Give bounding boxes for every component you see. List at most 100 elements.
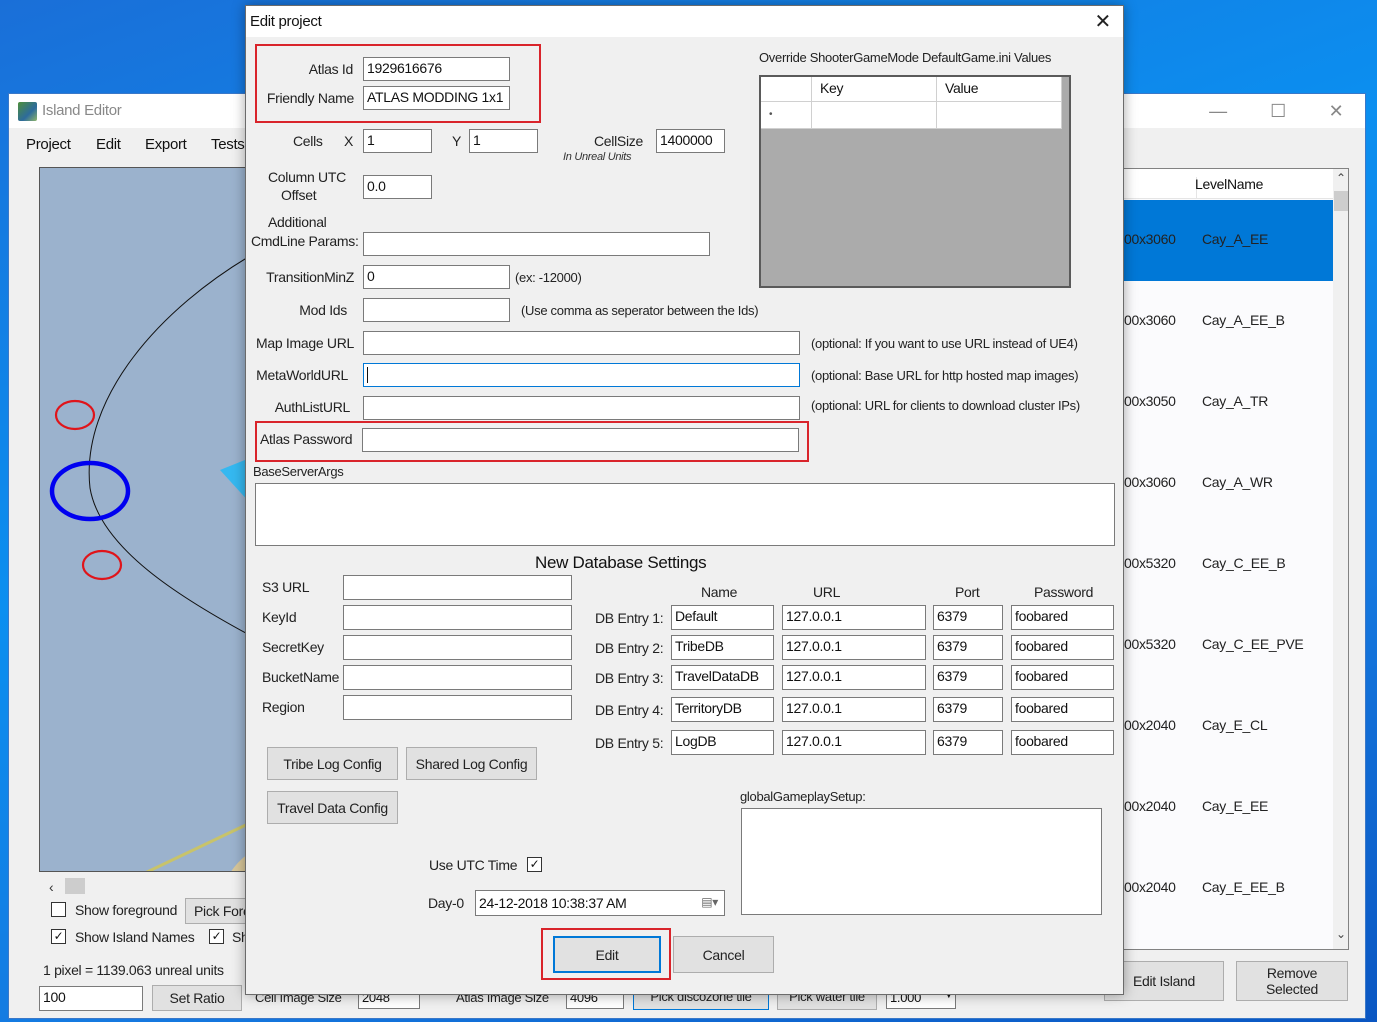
remove-selected-button[interactable]: Remove Selected <box>1236 961 1348 1001</box>
column-utc-offset-input[interactable]: 0.0 <box>363 175 432 199</box>
list-item[interactable]: 00x2040 Cay_E_CL <box>1124 686 1333 767</box>
grid-cell-value[interactable] <box>937 102 1062 129</box>
cells-x-input[interactable]: 1 <box>363 129 432 153</box>
cells-y-input[interactable]: 1 <box>469 129 538 153</box>
set-ratio-button[interactable]: Set Ratio <box>152 985 242 1011</box>
grid-header-key[interactable]: Key <box>812 77 937 102</box>
list-item[interactable]: 00x3060 Cay_A_EE_B <box>1124 281 1333 362</box>
grid-cell-key[interactable] <box>812 102 937 129</box>
atlas-password-input[interactable] <box>362 428 799 452</box>
db-password-input[interactable]: foobared <box>1011 635 1114 660</box>
island-size-cell: 00x3060 <box>1124 231 1176 247</box>
db-url-input[interactable]: 127.0.0.1 <box>782 665 926 690</box>
calendar-dropdown-icon[interactable]: ▤▾ <box>701 895 718 909</box>
list-item[interactable]: 00x5320 Cay_C_EE_PVE <box>1124 605 1333 686</box>
db-port-input[interactable]: 6379 <box>933 697 1003 722</box>
scroll-left-icon[interactable]: ‹ <box>49 879 54 895</box>
cancel-button[interactable]: Cancel <box>673 936 774 973</box>
db-port-input[interactable]: 6379 <box>933 605 1003 630</box>
grid-header-value[interactable]: Value <box>937 77 1062 102</box>
base-server-args-textarea[interactable] <box>255 483 1115 546</box>
scrollbar-thumb[interactable] <box>1334 191 1348 211</box>
cellsize-sublabel: In Unreal Units <box>563 151 632 163</box>
list-item[interactable]: 00x2040 Cay_E_EE <box>1124 767 1333 848</box>
db-password-input[interactable]: foobared <box>1011 697 1114 722</box>
use-utc-time-checkbox[interactable]: ✓ <box>527 857 542 872</box>
show-foreground-label: Show foreground <box>75 902 178 918</box>
island-level-cell: Cay_C_EE_B <box>1202 555 1286 571</box>
atlas-id-input[interactable]: 1929616676 <box>363 57 510 81</box>
s3-field-input[interactable] <box>343 665 572 690</box>
app-icon <box>18 102 37 121</box>
db-name-input[interactable]: TribeDB <box>671 635 774 660</box>
close-icon[interactable]: ✕ <box>1095 9 1112 34</box>
horizontal-scrollbar-thumb[interactable] <box>65 878 85 894</box>
db-name-input[interactable]: TerritoryDB <box>671 697 774 722</box>
show-island-names-checkbox[interactable]: ✓ <box>51 929 66 944</box>
menu-tests[interactable]: Tests <box>211 136 245 153</box>
transition-minz-input[interactable]: 0 <box>363 265 510 289</box>
db-url-input[interactable]: 127.0.0.1 <box>782 635 926 660</box>
day0-value: 24-12-2018 10:38:37 AM <box>479 895 627 911</box>
tribe-log-config-button[interactable]: Tribe Log Config <box>267 747 398 780</box>
maximize-button[interactable]: ☐ <box>1249 94 1307 128</box>
show-other-checkbox[interactable]: ✓ <box>209 929 224 944</box>
shared-log-config-button[interactable]: Shared Log Config <box>406 747 537 780</box>
db-name-input[interactable]: Default <box>671 605 774 630</box>
dialog-title: Edit project <box>250 13 322 30</box>
travel-data-config-button[interactable]: Travel Data Config <box>267 791 398 824</box>
db-name-input[interactable]: TravelDataDB <box>671 665 774 690</box>
global-gameplay-setup-textarea[interactable] <box>741 808 1102 915</box>
scroll-up-icon[interactable]: ⌃ <box>1336 171 1346 185</box>
menu-export[interactable]: Export <box>145 136 187 153</box>
s3-field-input[interactable] <box>343 575 572 600</box>
list-item[interactable]: 00x2040 Cay_E_EE_B <box>1124 848 1333 929</box>
cells-y-label: Y <box>452 133 462 149</box>
close-button[interactable]: ✕ <box>1307 94 1365 128</box>
db-url-input[interactable]: 127.0.0.1 <box>782 730 926 755</box>
edit-button[interactable]: Edit <box>553 936 661 973</box>
cmdline-params-input[interactable] <box>363 232 710 256</box>
list-item[interactable]: 00x5320 Cay_C_EE_B <box>1124 524 1333 605</box>
list-item[interactable]: 00x3050 Cay_A_TR <box>1124 362 1333 443</box>
map-image-url-input[interactable] <box>363 331 800 355</box>
db-entry-label: DB Entry 2: <box>595 640 664 656</box>
mod-ids-input[interactable] <box>363 298 510 322</box>
s3-field-input[interactable] <box>343 635 572 660</box>
db-password-input[interactable]: foobared <box>1011 605 1114 630</box>
column-utc-label: Column UTC <box>268 169 346 185</box>
db-port-input[interactable]: 6379 <box>933 730 1003 755</box>
auth-list-url-input[interactable] <box>363 396 800 420</box>
ratio-input[interactable]: 100 <box>39 986 143 1011</box>
edit-project-dialog: Edit project ✕ Atlas Id 1929616676 Frien… <box>245 5 1124 995</box>
db-name-input[interactable]: LogDB <box>671 730 774 755</box>
list-item[interactable]: 00x3060 Cay_A_EE <box>1124 200 1333 281</box>
show-island-names-label: Show Island Names <box>75 929 195 945</box>
s3-field-input[interactable] <box>343 605 572 630</box>
meta-world-url-input[interactable] <box>363 363 800 387</box>
column-header-levelname[interactable]: LevelName <box>1195 176 1263 192</box>
meta-world-url-hint: (optional: Base URL for http hosted map … <box>811 368 1079 383</box>
scroll-down-icon[interactable]: ⌄ <box>1336 927 1346 941</box>
day0-datepicker[interactable]: 24-12-2018 10:38:37 AM ▤▾ <box>475 890 725 916</box>
cells-x-label: X <box>344 133 354 149</box>
db-port-input[interactable]: 6379 <box>933 635 1003 660</box>
text-cursor <box>367 367 368 384</box>
show-foreground-checkbox[interactable] <box>51 902 66 917</box>
menu-edit[interactable]: Edit <box>96 136 121 153</box>
db-url-input[interactable]: 127.0.0.1 <box>782 605 926 630</box>
db-password-input[interactable]: foobared <box>1011 665 1114 690</box>
db-port-input[interactable]: 6379 <box>933 665 1003 690</box>
menu-project[interactable]: Project <box>26 136 71 153</box>
override-values-grid[interactable]: Key Value • <box>759 75 1071 288</box>
db-url-input[interactable]: 127.0.0.1 <box>782 697 926 722</box>
cellsize-input[interactable]: 1400000 <box>656 129 725 153</box>
minimize-button[interactable]: — <box>1189 94 1247 128</box>
vertical-scrollbar[interactable]: ⌃ ⌄ <box>1333 169 1348 949</box>
map-canvas[interactable] <box>39 167 249 872</box>
list-item[interactable]: 00x3060 Cay_A_WR <box>1124 443 1333 524</box>
friendly-name-input[interactable]: ATLAS MODDING 1x1 <box>363 86 510 110</box>
island-size-cell: 00x2040 <box>1124 717 1176 733</box>
db-password-input[interactable]: foobared <box>1011 730 1114 755</box>
s3-field-input[interactable] <box>343 695 572 720</box>
